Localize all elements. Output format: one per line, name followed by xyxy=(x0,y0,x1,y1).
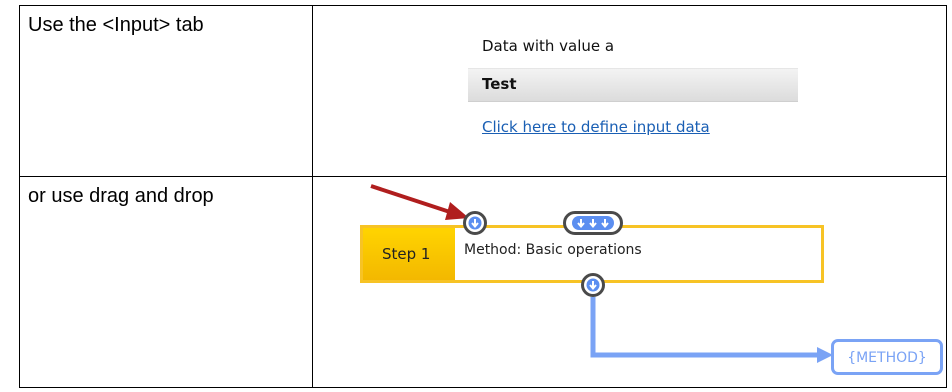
step-label: Step 1 xyxy=(382,245,431,263)
input-tab-panel: Data with value a Test Click here to def… xyxy=(468,20,798,152)
panel-heading: Data with value a xyxy=(482,37,615,55)
pointer-arrow-shaft xyxy=(370,184,457,216)
instruction-text-input-tab: Use the <Input> tab xyxy=(28,14,204,36)
example-cell-2: Step 1 Method: Basic operations {METHOD} xyxy=(312,176,947,388)
method-output-label: {METHOD} xyxy=(847,350,927,366)
input-row-test[interactable]: Test xyxy=(468,68,798,102)
method-output-chip[interactable]: {METHOD} xyxy=(831,339,943,375)
input-port-icon[interactable] xyxy=(463,211,487,235)
output-port-icon[interactable] xyxy=(581,273,605,297)
multi-input-port-icon[interactable] xyxy=(563,211,623,235)
input-row-label: Test xyxy=(482,75,517,93)
instructions-table: Use the <Input> tab Data with value a Te… xyxy=(19,5,947,388)
drag-drop-diagram: Step 1 Method: Basic operations {METHOD} xyxy=(313,177,947,387)
connector-line xyxy=(590,297,821,358)
instruction-text-drag-drop: or use drag and drop xyxy=(28,185,214,207)
example-cell-1: Data with value a Test Click here to def… xyxy=(312,5,947,177)
instruction-cell-1: Use the <Input> tab xyxy=(19,5,313,177)
step-label-box: Step 1 xyxy=(363,228,455,280)
method-label: Method: Basic operations xyxy=(464,242,642,258)
instruction-cell-2: or use drag and drop xyxy=(19,176,313,388)
define-input-data-link[interactable]: Click here to define input data xyxy=(482,118,710,136)
